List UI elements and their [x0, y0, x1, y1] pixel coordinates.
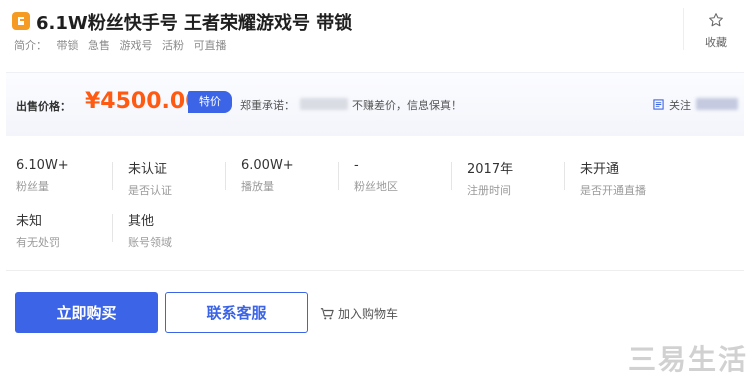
cart-icon — [320, 307, 334, 319]
info-value: 其他 — [128, 214, 155, 229]
info-value: 2017年 — [467, 162, 514, 177]
info-value: 6.00W+ — [241, 158, 294, 173]
summary-tag: 急售 — [88, 39, 110, 52]
special-price-badge: 特价 — [188, 91, 232, 113]
info-cell: 未认证 是否认证 — [128, 158, 238, 198]
info-cell: 6.10W+ 粉丝量 — [16, 158, 126, 194]
info-cell: - 粉丝地区 — [354, 158, 464, 194]
info-key: 是否认证 — [128, 184, 172, 197]
info-cell: 6.00W+ 播放量 — [241, 158, 351, 194]
summary-tag: 可直播 — [193, 39, 227, 52]
info-cell: 其他 账号领域 — [128, 210, 238, 250]
info-key: 播放量 — [241, 180, 274, 193]
section-divider — [6, 270, 744, 271]
summary-tag: 活粉 — [162, 39, 184, 52]
info-value: 未知 — [16, 214, 43, 229]
follow-link[interactable]: 关注 — [653, 97, 691, 113]
info-divider — [451, 162, 452, 190]
info-key: 账号领域 — [128, 236, 172, 249]
info-key: 是否开通直播 — [580, 184, 646, 197]
price-band: 出售价格： ¥4500.00 特价 郑重承诺： 不赚差价，信息保真！ 关注 — [6, 72, 744, 136]
info-value: - — [354, 158, 359, 173]
add-to-cart-button[interactable]: 加入购物车 — [320, 305, 398, 322]
follow-icon — [653, 99, 664, 110]
summary-tag: 游戏号 — [119, 39, 153, 52]
info-key: 有无处罚 — [16, 236, 60, 249]
favorite-label: 收藏 — [705, 36, 727, 49]
info-divider — [338, 162, 339, 190]
summary: 简介： 带锁 急售 游戏号 活粉 可直播 — [14, 37, 233, 53]
contact-support-button[interactable]: 联系客服 — [165, 292, 308, 333]
header-divider — [683, 8, 684, 50]
listing-title: 6.1W粉丝快手号 王者荣耀游戏号 带锁 — [36, 13, 353, 34]
watermark: 三易生活 — [628, 343, 749, 376]
summary-label: 简介： — [14, 39, 47, 52]
app-logo-icon — [12, 12, 30, 30]
info-key: 粉丝量 — [16, 180, 49, 193]
promise-label: 郑重承诺： — [240, 99, 295, 112]
add-to-cart-label: 加入购物车 — [338, 307, 399, 321]
info-cell: 未开通 是否开通直播 — [580, 158, 690, 198]
star-icon — [709, 13, 723, 27]
info-key: 粉丝地区 — [354, 180, 398, 193]
info-key: 注册时间 — [467, 184, 511, 197]
info-value: 未认证 — [128, 162, 168, 177]
info-value: 未开通 — [580, 162, 620, 177]
price-value: ¥4500.00 — [85, 89, 201, 114]
info-cell: 未知 有无处罚 — [16, 210, 126, 250]
info-divider — [564, 162, 565, 190]
buy-now-button[interactable]: 立即购买 — [15, 292, 158, 333]
redacted-text — [696, 98, 738, 110]
info-divider — [112, 214, 113, 242]
follow-label: 关注 — [669, 99, 691, 112]
price-label: 出售价格： — [16, 100, 71, 113]
promise-text: 不赚差价，信息保真！ — [352, 99, 462, 112]
info-divider — [112, 162, 113, 190]
favorite-button[interactable]: 收藏 — [694, 12, 738, 50]
info-divider — [225, 162, 226, 190]
redacted-text — [300, 98, 348, 110]
info-value: 6.10W+ — [16, 158, 69, 173]
summary-tag: 带锁 — [56, 39, 79, 52]
info-cell: 2017年 注册时间 — [467, 158, 577, 198]
listing-card: 6.1W粉丝快手号 王者荣耀游戏号 带锁 简介： 带锁 急售 游戏号 活粉 可直… — [0, 0, 750, 377]
